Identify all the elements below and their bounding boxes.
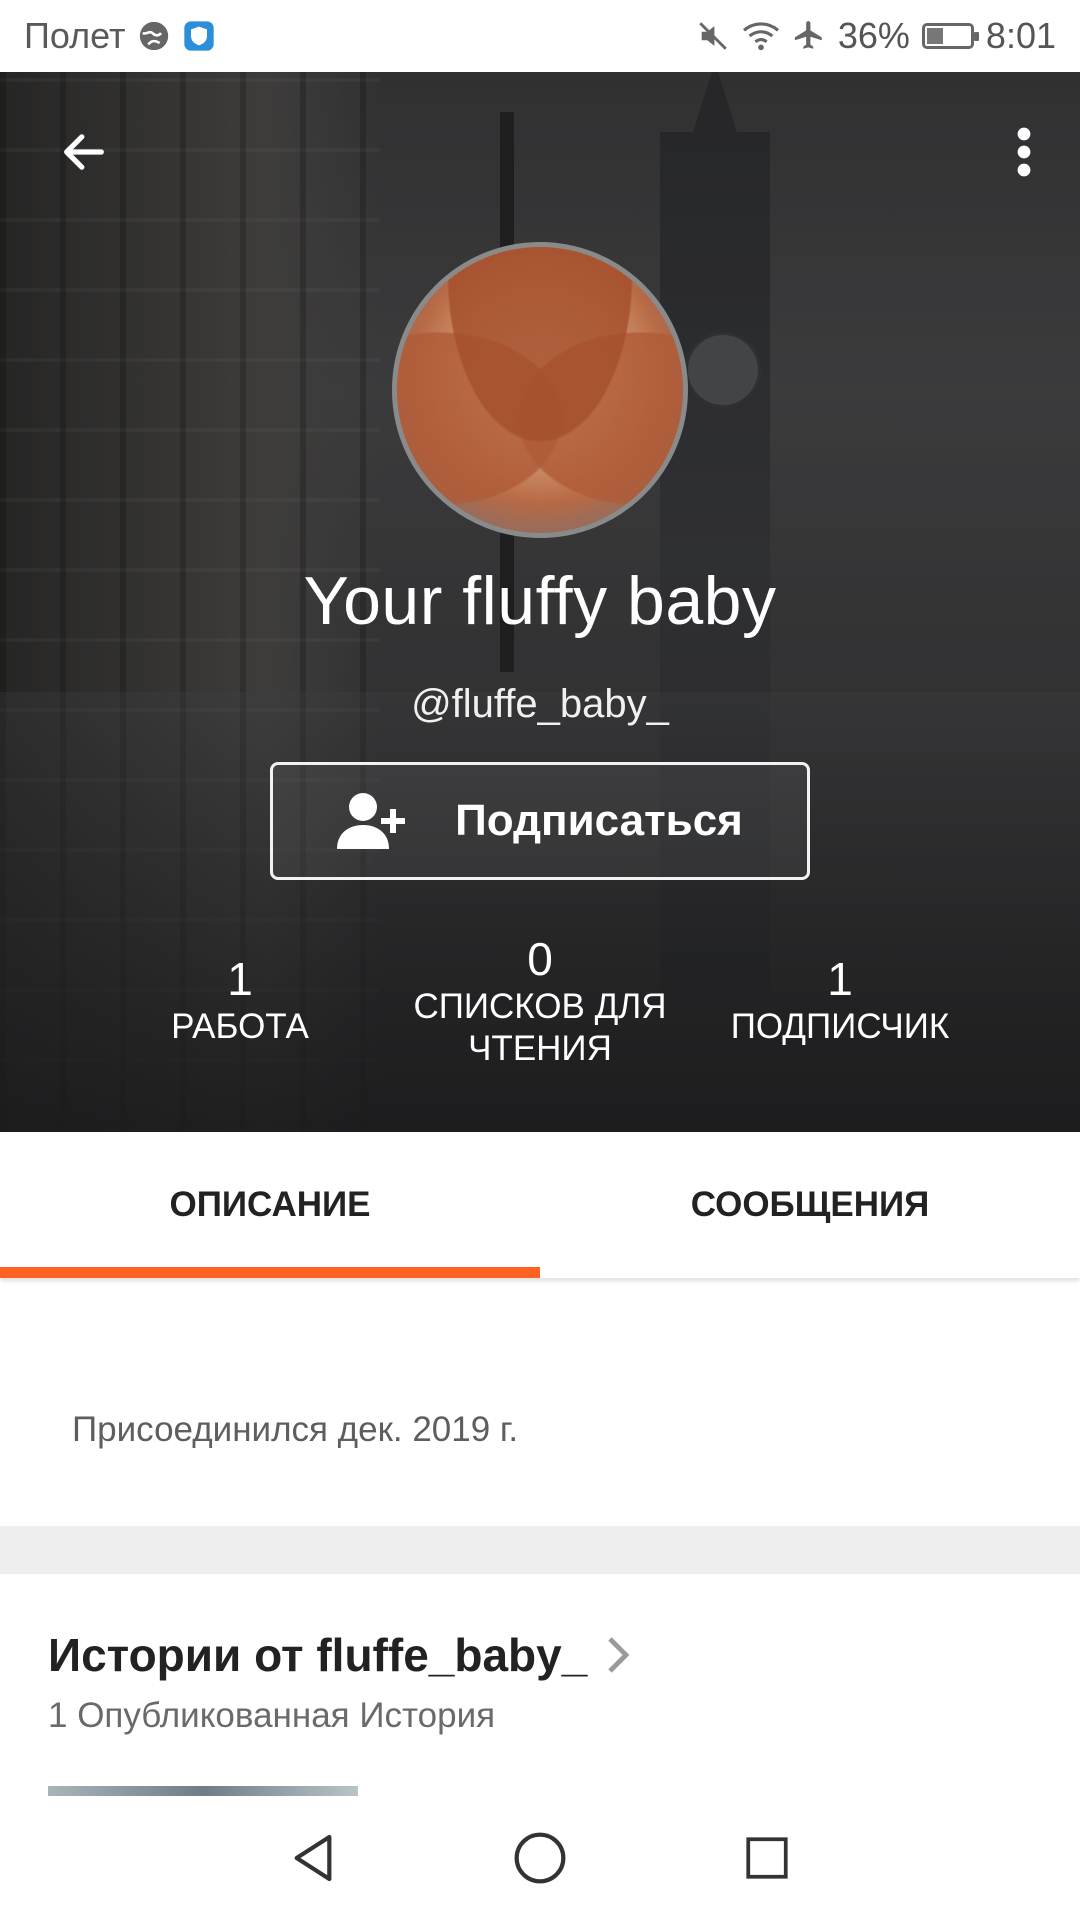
follow-button-label: Подписаться [455, 796, 743, 845]
tab-description[interactable]: ОПИСАНИЕ [0, 1132, 540, 1278]
recents-square-icon [746, 1837, 788, 1879]
stat-works[interactable]: 1 РАБОТА [90, 932, 390, 1082]
status-left: Полет [24, 15, 215, 57]
status-bar: Полет 36% 8:01 [0, 0, 1080, 72]
avatar[interactable] [392, 242, 688, 538]
stat-works-value: 1 [227, 953, 253, 1005]
clock: 8:01 [985, 15, 1056, 56]
stat-works-label: РАБОТА [171, 1007, 309, 1046]
add-user-icon [337, 793, 406, 849]
profile-tabs: ОПИСАНИЕ СООБЩЕНИЯ [0, 1132, 1080, 1278]
profile-stats: 1 РАБОТА 0 СПИСКОВ ДЛЯ ЧТЕНИЯ 1 ПОДПИСЧИ… [0, 932, 1080, 1082]
back-triangle-icon [294, 1834, 332, 1882]
stat-reading-lists[interactable]: 0 СПИСКОВ ДЛЯ ЧТЕНИЯ [395, 932, 685, 1082]
join-date: Присоединился дек. 2019 г. [72, 1410, 519, 1449]
airplane-icon [792, 19, 826, 53]
battery-icon [921, 23, 979, 49]
globe-icon [137, 19, 171, 53]
stories-header[interactable]: Истории от fluffe_baby_ [48, 1628, 631, 1682]
battery-percent: 36% [837, 15, 910, 56]
story-cover[interactable] [48, 1786, 358, 1796]
status-right: 36% 8:01 [696, 15, 1056, 57]
stories-count: 1 Опубликованная История [48, 1696, 496, 1735]
nav-back-button[interactable] [273, 1818, 353, 1898]
stories-title: Истории от fluffe_baby_ [48, 1629, 588, 1681]
follow-button[interactable]: Подписаться [270, 762, 810, 880]
stat-reading-lists-label: СПИСКОВ ДЛЯ ЧТЕНИЯ [413, 987, 667, 1068]
arrow-left-icon [64, 134, 104, 170]
system-nav-bar [0, 1796, 1080, 1920]
nav-recents-button[interactable] [727, 1818, 807, 1898]
nav-home-button[interactable] [500, 1818, 580, 1898]
mute-icon [696, 19, 730, 53]
tab-messages[interactable]: СООБЩЕНИЯ [540, 1132, 1080, 1278]
more-vertical-icon [1017, 127, 1031, 177]
home-circle-icon [514, 1832, 566, 1884]
stat-reading-lists-value: 0 [527, 933, 553, 985]
carrier-label: Полет [24, 15, 126, 56]
stat-followers[interactable]: 1 ПОДПИСЧИК [690, 932, 990, 1082]
stat-followers-value: 1 [827, 953, 853, 1005]
more-options-button[interactable] [1004, 120, 1044, 184]
shield-icon [183, 20, 215, 52]
profile-username: @fluffe_baby_ [411, 682, 669, 726]
profile-display-name: Your fluffy baby [303, 563, 777, 639]
wifi-icon [742, 19, 780, 53]
stat-followers-label: ПОДПИСЧИК [730, 1007, 950, 1046]
chevron-right-icon [608, 1637, 630, 1673]
profile-header: Your fluffy baby @fluffe_baby_ Подписать… [0, 72, 1080, 1132]
section-divider [0, 1526, 1080, 1574]
back-button[interactable] [52, 120, 116, 184]
